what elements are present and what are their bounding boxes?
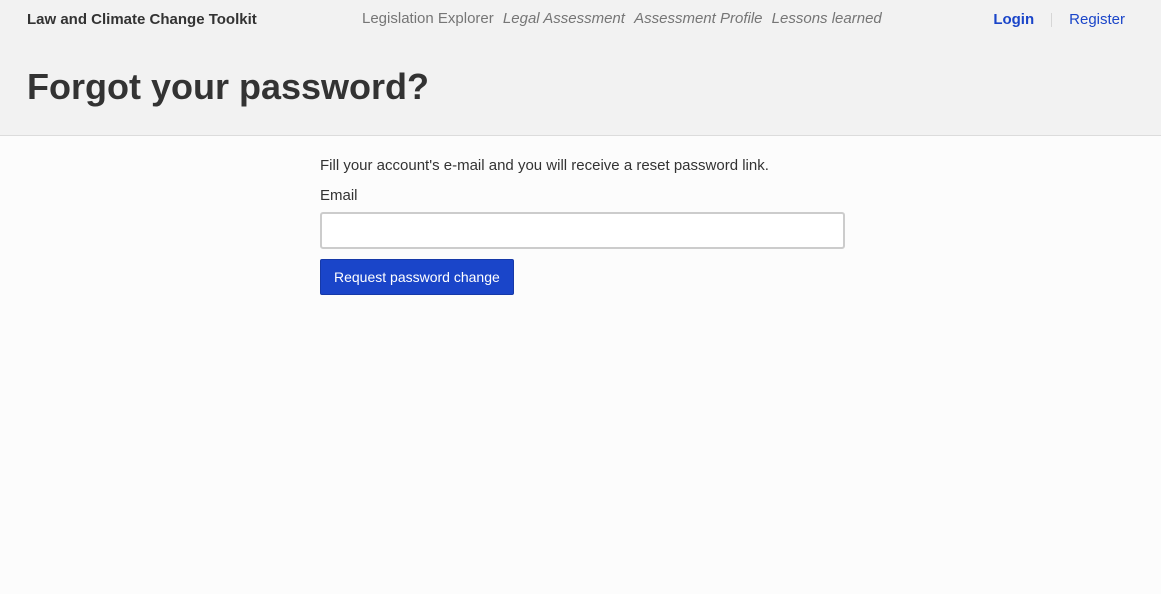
- email-label: Email: [320, 187, 358, 204]
- nav-divider: [1051, 12, 1053, 27]
- top-navigation-bar: Law and Climate Change Toolkit Legislati…: [0, 0, 1161, 40]
- page-title: Forgot your password?: [27, 66, 430, 107]
- page-header: Law and Climate Change Toolkit Legislati…: [0, 0, 1161, 136]
- main-navigation: Legislation Explorer Legal Assessment As…: [362, 10, 887, 27]
- nav-assessment-profile[interactable]: Assessment Profile: [634, 10, 762, 27]
- nav-lessons-learned[interactable]: Lessons learned: [772, 10, 882, 27]
- password-reset-form: Fill your account's e-mail and you will …: [320, 157, 845, 295]
- register-link[interactable]: Register: [1069, 11, 1125, 28]
- email-field[interactable]: [320, 212, 845, 249]
- request-password-change-button[interactable]: Request password change: [320, 259, 514, 295]
- site-brand-link[interactable]: Law and Climate Change Toolkit: [27, 11, 257, 28]
- nav-legislation-explorer[interactable]: Legislation Explorer: [362, 10, 494, 27]
- user-navigation: Login Register: [993, 11, 1125, 28]
- nav-legal-assessment[interactable]: Legal Assessment: [503, 10, 625, 27]
- form-instructions: Fill your account's e-mail and you will …: [320, 157, 769, 174]
- login-link[interactable]: Login: [993, 11, 1034, 28]
